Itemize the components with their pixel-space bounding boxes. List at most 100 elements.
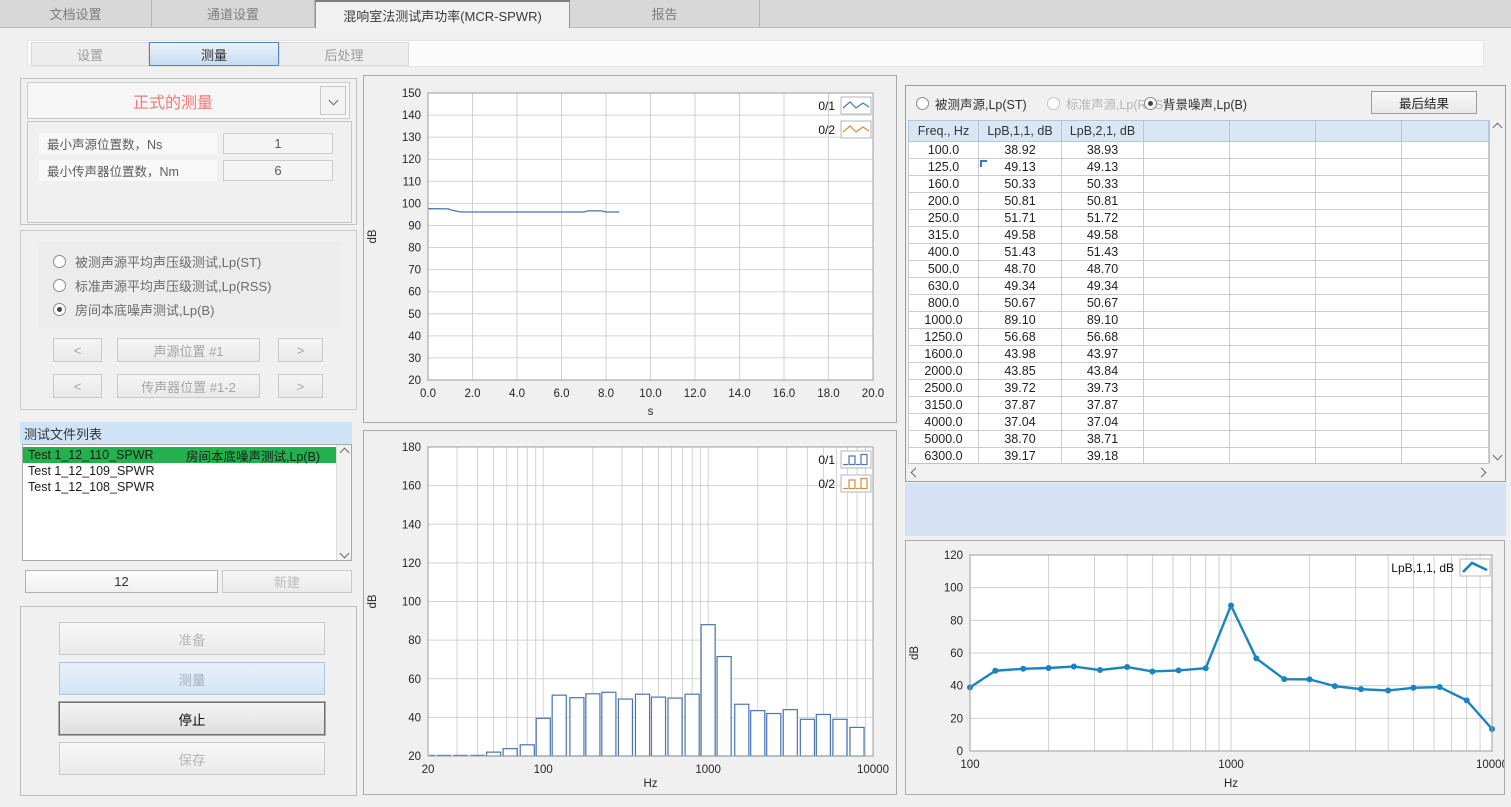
- table-cell[interactable]: 49.58: [979, 227, 1062, 244]
- table-cell[interactable]: [1144, 278, 1230, 295]
- table-cell[interactable]: [1316, 142, 1402, 159]
- table-cell[interactable]: [1144, 380, 1230, 397]
- table-cell[interactable]: 5000.0: [909, 431, 979, 448]
- mode-dropdown-button[interactable]: [320, 86, 346, 115]
- table-cell[interactable]: [1316, 363, 1402, 380]
- table-cell[interactable]: 50.33: [1062, 176, 1144, 193]
- table-cell[interactable]: 125.0: [909, 159, 979, 176]
- source-prev-button[interactable]: <: [53, 338, 102, 362]
- table-cell[interactable]: [1230, 278, 1316, 295]
- table-cell[interactable]: 39.18: [1062, 448, 1144, 465]
- table-cell[interactable]: [1402, 346, 1489, 363]
- table-cell[interactable]: [1402, 278, 1489, 295]
- table-cell[interactable]: [1144, 414, 1230, 431]
- table-cell[interactable]: 89.10: [979, 312, 1062, 329]
- file-list-item[interactable]: Test 1_12_108_SPWR: [23, 479, 336, 495]
- table-cell[interactable]: 38.71: [1062, 431, 1144, 448]
- scroll-down-button[interactable]: [337, 546, 351, 560]
- mic-position-label[interactable]: 传声器位置 #1-2: [117, 374, 260, 398]
- table-cell[interactable]: [1230, 431, 1316, 448]
- radio-icon[interactable]: [53, 303, 66, 316]
- table-cell[interactable]: 6300.0: [909, 448, 979, 465]
- table-cell[interactable]: [1144, 295, 1230, 312]
- table-cell[interactable]: 100.0: [909, 142, 979, 159]
- new-file-button[interactable]: 新建: [222, 570, 352, 593]
- table-cell[interactable]: [1144, 210, 1230, 227]
- table-cell[interactable]: [1316, 278, 1402, 295]
- table-cell[interactable]: 400.0: [909, 244, 979, 261]
- table-cell[interactable]: 56.68: [979, 329, 1062, 346]
- table-cell[interactable]: 49.34: [979, 278, 1062, 295]
- table-cell[interactable]: [1316, 227, 1402, 244]
- table-cell[interactable]: 315.0: [909, 227, 979, 244]
- source-next-button[interactable]: >: [278, 338, 323, 362]
- mic-prev-button[interactable]: <: [53, 374, 102, 398]
- table-cell[interactable]: 48.70: [979, 261, 1062, 278]
- table-cell[interactable]: [1402, 448, 1489, 465]
- table-cell[interactable]: 51.72: [1062, 210, 1144, 227]
- table-cell[interactable]: [1402, 159, 1489, 176]
- last-result-button[interactable]: 最后结果: [1371, 91, 1477, 114]
- tab-1[interactable]: 文档设置: [0, 0, 152, 27]
- table-cell[interactable]: [1402, 397, 1489, 414]
- table-cell[interactable]: [1144, 431, 1230, 448]
- test-type-radio[interactable]: 标准声源平均声压级测试,Lp(RSS): [38, 273, 340, 297]
- table-cell[interactable]: 2500.0: [909, 380, 979, 397]
- table-cell[interactable]: 43.84: [1062, 363, 1144, 380]
- result-radio-3[interactable]: 背景噪声,Lp(B): [1144, 94, 1247, 113]
- action-button-3[interactable]: 停止: [59, 702, 325, 735]
- table-cell[interactable]: [1144, 261, 1230, 278]
- table-cell[interactable]: 38.93: [1062, 142, 1144, 159]
- source-position-label[interactable]: 声源位置 #1: [117, 338, 260, 362]
- table-cell[interactable]: 37.87: [1062, 397, 1144, 414]
- table-cell[interactable]: [1144, 448, 1230, 465]
- table-cell[interactable]: [1144, 397, 1230, 414]
- table-cell[interactable]: [1316, 176, 1402, 193]
- table-cell[interactable]: [1402, 244, 1489, 261]
- table-cell[interactable]: [1316, 210, 1402, 227]
- table-cell[interactable]: [1144, 312, 1230, 329]
- table-cell[interactable]: 200.0: [909, 193, 979, 210]
- table-cell[interactable]: [1316, 312, 1402, 329]
- file-list-item[interactable]: Test 1_12_110_SPWR房间本底噪声测试,Lp(B): [23, 447, 336, 463]
- table-cell[interactable]: 49.34: [1062, 278, 1144, 295]
- table-cell[interactable]: 49.13: [979, 159, 1062, 176]
- table-cell[interactable]: [1316, 448, 1402, 465]
- test-file-list[interactable]: Test 1_12_110_SPWR房间本底噪声测试,Lp(B) Test 1_1…: [22, 444, 352, 561]
- table-cell[interactable]: 43.97: [1062, 346, 1144, 363]
- table-cell[interactable]: [1402, 295, 1489, 312]
- table-cell[interactable]: [1402, 431, 1489, 448]
- table-cell[interactable]: 50.67: [979, 295, 1062, 312]
- subtab-3[interactable]: 后处理: [279, 42, 409, 66]
- table-cell[interactable]: 51.43: [1062, 244, 1144, 261]
- scroll-up-button[interactable]: [337, 445, 351, 459]
- scroll-left-button[interactable]: [908, 464, 923, 480]
- table-cell[interactable]: 50.67: [1062, 295, 1144, 312]
- radio-icon[interactable]: [916, 97, 929, 110]
- tab-2[interactable]: 通道设置: [152, 0, 315, 27]
- action-button-2[interactable]: 测量: [59, 662, 325, 695]
- mode-selector[interactable]: 正式的测量: [27, 82, 350, 119]
- table-cell[interactable]: [1230, 414, 1316, 431]
- table-cell[interactable]: [1316, 346, 1402, 363]
- table-cell[interactable]: [1230, 142, 1316, 159]
- table-cell[interactable]: [1144, 193, 1230, 210]
- table-cell[interactable]: [1402, 312, 1489, 329]
- table-cell[interactable]: [1402, 380, 1489, 397]
- tab-3[interactable]: 混响室法测试声功率(MCR-SPWR): [315, 0, 570, 28]
- table-cell[interactable]: [1402, 210, 1489, 227]
- table-cell[interactable]: 800.0: [909, 295, 979, 312]
- subtab-2[interactable]: 测量: [149, 42, 279, 66]
- table-cell[interactable]: 630.0: [909, 278, 979, 295]
- table-cell[interactable]: 39.73: [1062, 380, 1144, 397]
- table-cell[interactable]: 51.43: [979, 244, 1062, 261]
- table-cell[interactable]: [1230, 448, 1316, 465]
- table-cell[interactable]: 38.70: [979, 431, 1062, 448]
- table-cell[interactable]: 37.04: [1062, 414, 1144, 431]
- table-cell[interactable]: [1230, 380, 1316, 397]
- table-cell[interactable]: [1230, 261, 1316, 278]
- table-cell[interactable]: [1316, 397, 1402, 414]
- file-count-field[interactable]: 12: [25, 570, 218, 593]
- table-cell[interactable]: [1144, 329, 1230, 346]
- table-cell[interactable]: 1600.0: [909, 346, 979, 363]
